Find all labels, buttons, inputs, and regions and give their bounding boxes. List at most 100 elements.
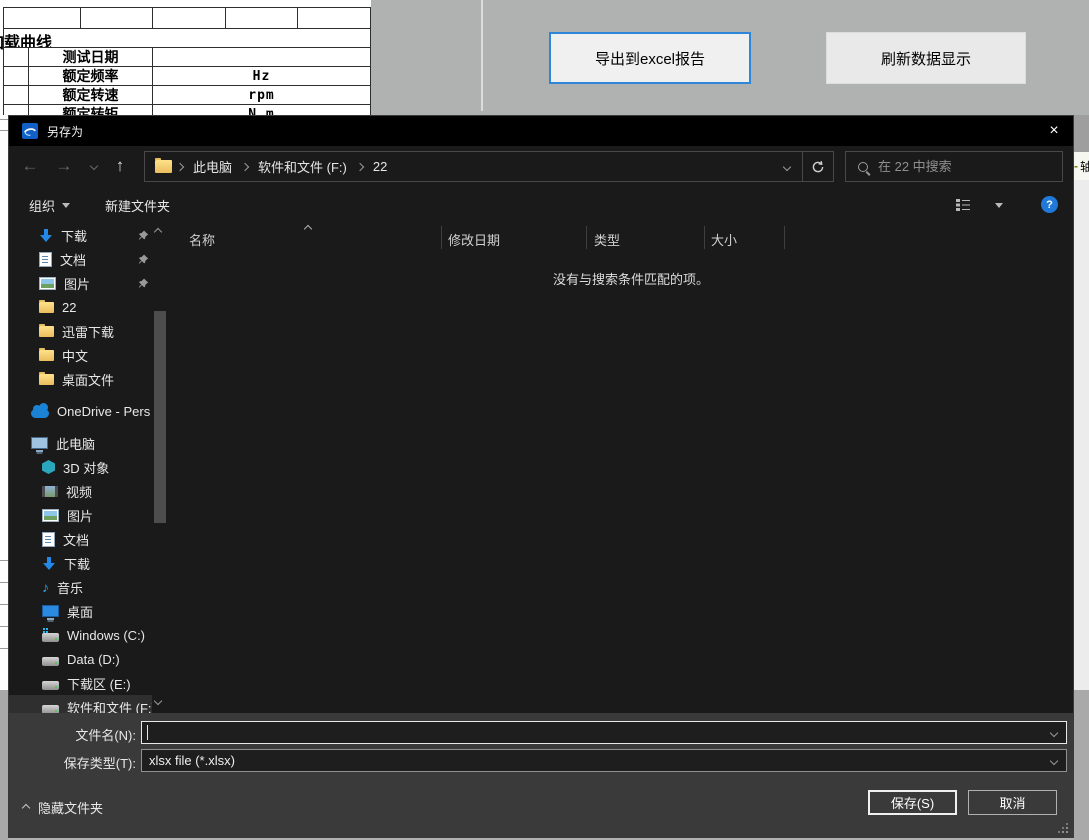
3d-objects-icon [42,460,55,474]
grid-line [0,582,8,583]
sheet-title-row [3,28,371,48]
filename-input[interactable] [141,721,1067,744]
hide-folders-button[interactable]: 隐藏文件夹 [23,798,103,817]
folder-icon [39,374,54,385]
sidebar-item-drive-d[interactable]: Data (D:) [9,647,152,671]
sheet-row-label: 额定转矩 [28,104,153,115]
resize-grip[interactable] [1058,823,1068,833]
sidebar-item-music[interactable]: ♪音乐 [9,575,152,599]
breadcrumb-item[interactable]: 22 [368,159,392,174]
sidebar-item-desktop-files[interactable]: 桌面文件 [9,367,152,391]
filetype-select[interactable]: xlsx file (*.xlsx) [141,749,1067,772]
column-header-type[interactable]: 类型 [594,230,620,249]
sidebar-item-label: 文档 [63,530,89,549]
sidebar-item-pictures-pc[interactable]: 图片 [9,503,152,527]
sort-ascending-icon [304,225,312,233]
view-details-icon[interactable] [955,187,971,223]
column-header-size[interactable]: 大小 [711,230,737,249]
text-caret [147,725,148,740]
pin-icon [138,229,149,244]
sidebar-item-desktop[interactable]: 桌面 [9,599,152,623]
sidebar-item-label: 下载 [61,226,87,245]
sidebar-item-label: 22 [62,300,76,315]
chevron-down-icon[interactable] [1050,756,1058,764]
desktop-icon [42,605,59,617]
filetype-label: 保存类型(T): [9,753,136,772]
sidebar-item-downloads-pc[interactable]: 下载 [9,551,152,575]
chevron-down-icon[interactable] [1050,728,1058,736]
grid-line [0,130,8,131]
sheet-row-value: N.m [152,104,371,115]
sidebar-item-label: 中文 [62,346,88,365]
help-icon[interactable]: ? [1041,196,1058,213]
sidebar-item-pictures[interactable]: 图片 [9,271,152,295]
grid-line [0,648,8,649]
column-separator[interactable] [441,226,442,249]
document-icon [39,252,52,267]
sidebar-item-label: Data (D:) [67,652,120,667]
forward-icon[interactable]: → [51,153,77,179]
sidebar-item-chinese[interactable]: 中文 [9,343,152,367]
sidebar-item-this-pc[interactable]: 此电脑 [9,431,152,455]
column-separator[interactable] [586,226,587,249]
video-icon [42,486,58,497]
drive-icon [42,681,59,690]
sidebar-item-thunder-downloads[interactable]: 迅雷下载 [9,319,152,343]
picture-icon [42,509,59,522]
sidebar-item-folder-22[interactable]: 22 [9,295,152,319]
address-dropdown-chevron-icon[interactable] [772,152,802,181]
pin-icon [138,253,149,268]
scrollbar-thumb[interactable] [154,311,166,523]
filename-label: 文件名(N): [9,725,136,744]
breadcrumb-item[interactable]: 此电脑 [188,157,237,176]
up-icon[interactable]: ↑ [107,153,133,179]
sheet-row-value [152,47,371,67]
sidebar-item-documents[interactable]: 文档 [9,247,152,271]
sidebar-item-drive-f[interactable]: 软件和文件 (F:) [9,695,152,713]
chevron-down-icon [62,203,70,208]
scrollbar-down-icon[interactable] [154,697,162,705]
breadcrumb-item[interactable]: 软件和文件 (F:) [253,157,352,176]
sidebar-item-drive-e[interactable]: 下载区 (E:) [9,671,152,695]
sheet-cell [225,7,298,29]
grid-line [0,626,8,627]
sidebar-item-3d-objects[interactable]: 3D 对象 [9,455,152,479]
dialog-titlebar[interactable]: 另存为 × [9,116,1073,146]
sidebar-item-label: 迅雷下载 [62,322,114,341]
grid-line [0,604,8,605]
sidebar-item-label: 音乐 [57,578,83,597]
column-separator[interactable] [784,226,785,249]
search-input[interactable] [876,158,1062,175]
sidebar-item-onedrive[interactable]: OneDrive - Pers [9,399,152,423]
sidebar-item-documents-pc[interactable]: 文档 [9,527,152,551]
column-header-modified[interactable]: 修改日期 [448,230,500,249]
sidebar-item-videos[interactable]: 视频 [9,479,152,503]
sheet-cell [3,47,29,67]
refresh-data-button[interactable]: 刷新数据显示 [826,32,1026,84]
organize-button[interactable]: 组织 [29,187,70,223]
back-icon[interactable]: ← [17,153,43,179]
close-icon[interactable]: × [1035,116,1073,146]
sidebar-item-label: 此电脑 [56,434,95,453]
view-dropdown-chevron-icon[interactable] [995,187,1003,223]
save-button[interactable]: 保存(S) [868,790,957,815]
export-to-excel-button[interactable]: 导出到excel报告 [549,32,751,84]
sidebar-item-downloads[interactable]: 下载 [9,223,152,247]
folder-icon [155,160,172,173]
right-fragment-text: 轴 [1080,158,1089,175]
history-chevron-icon[interactable] [81,153,107,179]
scrollbar-up-icon[interactable] [154,228,162,236]
column-header-name[interactable]: 名称 [189,230,215,249]
sheet-cell [3,85,29,105]
new-folder-button[interactable]: 新建文件夹 [105,187,170,223]
cancel-button[interactable]: 取消 [968,790,1057,815]
sidebar-item-label: Windows (C:) [67,628,145,643]
drive-icon [42,657,59,666]
sidebar-item-drive-c[interactable]: Windows (C:) [9,623,152,647]
address-bar[interactable]: 此电脑 软件和文件 (F:) 22 [144,151,834,182]
sidebar-item-label: 桌面 [67,602,93,621]
search-box[interactable] [845,151,1063,182]
download-icon [42,557,56,570]
refresh-icon[interactable] [803,152,833,181]
column-separator[interactable] [704,226,705,249]
